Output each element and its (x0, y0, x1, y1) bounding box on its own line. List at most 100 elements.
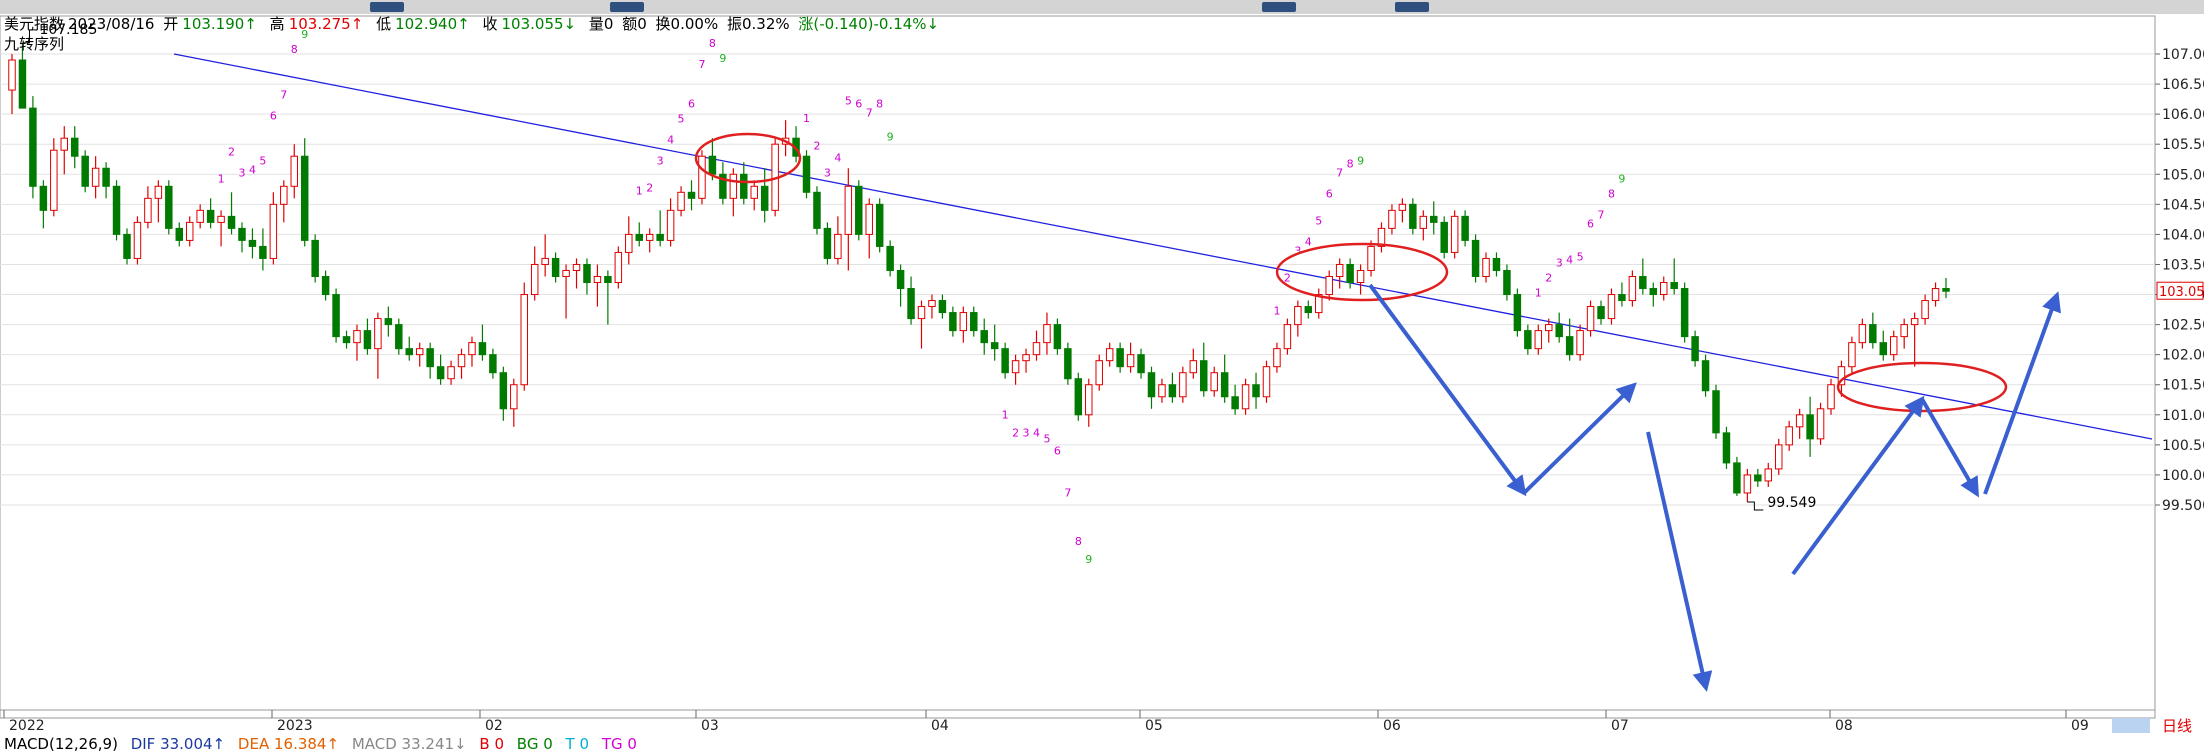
candle-body (1189, 360, 1198, 374)
candle-body (729, 173, 738, 199)
candle-body (102, 167, 110, 187)
macd-dea: DEA 16.384↑ (237, 735, 340, 753)
td-count-label: 1 (1535, 287, 1542, 300)
candle-body (50, 149, 58, 211)
candle-body (1200, 360, 1208, 392)
y-tick-label: 99.500 (2162, 498, 2204, 514)
candle-body (834, 233, 842, 259)
candle-body (917, 306, 926, 320)
candle-body (1179, 372, 1187, 398)
candle-body (1910, 318, 1919, 326)
candle-body (1137, 354, 1145, 374)
td-count-label: 5 (1577, 251, 1584, 264)
candle-body (478, 342, 487, 356)
candle-body (1158, 384, 1166, 398)
candle-body (1105, 348, 1114, 362)
candle-body (1691, 336, 1699, 362)
macd-bg: BG 0 (516, 735, 553, 753)
candle-body (185, 221, 194, 241)
candlestick-chart: 99.500 100.000 100.500 101.000 101.500 102.00… (0, 15, 2204, 735)
candle-body (886, 245, 894, 271)
candle-body (1931, 288, 1940, 302)
high-value: 103.275↑ (288, 15, 364, 33)
candle-body (1534, 330, 1543, 350)
td-count-label: 9 (719, 52, 726, 65)
candle-body (625, 233, 633, 253)
candle-body (1701, 360, 1710, 392)
candle-body (39, 185, 48, 211)
macd-name: MACD(12,26,9) (4, 735, 118, 753)
candle-body (1085, 384, 1093, 416)
td-count-label: 8 (1608, 188, 1615, 201)
y-tick-label: 100.000 (2162, 468, 2204, 484)
candle-body (1346, 263, 1354, 284)
candle-body (60, 137, 69, 151)
candle-body (259, 245, 267, 259)
trend-arrow (1920, 397, 1980, 498)
candle-body (217, 215, 225, 223)
candle-body (1325, 275, 1333, 296)
candle-body (1555, 324, 1563, 338)
candle-body (1053, 324, 1062, 350)
td-count-label: 8 (1347, 157, 1354, 170)
candle-body (1430, 215, 1438, 223)
candle-body (1095, 360, 1103, 386)
candle-body (1283, 324, 1292, 350)
td-count-label: 7 (698, 58, 705, 71)
candle-body (583, 263, 591, 284)
candle-body (980, 330, 988, 344)
candle-body (572, 263, 581, 271)
candle-body (1022, 354, 1030, 362)
candle-body (1785, 426, 1793, 446)
candle-body (698, 155, 706, 199)
candle-body (489, 354, 497, 374)
highlight-circle (1836, 361, 2008, 413)
x-tick-label: 08 (1835, 718, 1853, 734)
amplitude-value: 振0.32% (726, 15, 790, 33)
low-label: 低 (376, 15, 392, 33)
td-count-label: 4 (667, 133, 674, 146)
candle-body (1367, 245, 1375, 271)
change-value: 涨(-0.140)-0.14%↓ (798, 15, 940, 33)
candle-body (238, 227, 246, 241)
candle-body (1482, 257, 1490, 277)
x-tick-label: 04 (931, 718, 949, 734)
td-count-label: 6 (855, 97, 862, 110)
candle-body (363, 330, 372, 350)
candle-body (510, 384, 518, 410)
candle-body (165, 185, 173, 229)
td-count-label: 2 (1012, 427, 1019, 440)
td-count-label: 9 (1618, 173, 1625, 186)
candle-body (1659, 282, 1668, 296)
turnover-value: 换0.00% (655, 15, 719, 33)
candle-body (1795, 414, 1804, 428)
td-count-label: 9 (1357, 154, 1364, 167)
td-count-label: 3 (824, 166, 831, 179)
candle-body (321, 275, 330, 296)
candle-body (1335, 263, 1344, 277)
candle-body (1597, 306, 1605, 320)
candle-body (1471, 239, 1480, 277)
td-count-label: 5 (845, 94, 852, 107)
candle-body (1074, 378, 1083, 416)
candle-body (1252, 384, 1260, 398)
candle-body (415, 348, 424, 356)
td-count-label: 6 (1587, 218, 1594, 231)
candle-body (530, 263, 539, 296)
candle-body (18, 59, 27, 109)
period-label: 日线 (2162, 717, 2192, 735)
candle-body (844, 185, 853, 235)
candle-body (1565, 336, 1574, 356)
candle-body (551, 257, 560, 277)
candle-body (1503, 269, 1511, 296)
candle-body (1116, 348, 1124, 368)
y-tick-label: 102.500 (2162, 318, 2204, 334)
x-tick-label: 05 (1145, 718, 1163, 734)
td-count-label: 2 (813, 139, 820, 152)
min-pointer (1747, 501, 1764, 511)
y-tick-label: 105.000 (2162, 167, 2204, 183)
candle-body (928, 300, 936, 308)
candle-body (520, 294, 528, 386)
candle-body (1262, 366, 1271, 398)
candle-body (1220, 372, 1229, 398)
